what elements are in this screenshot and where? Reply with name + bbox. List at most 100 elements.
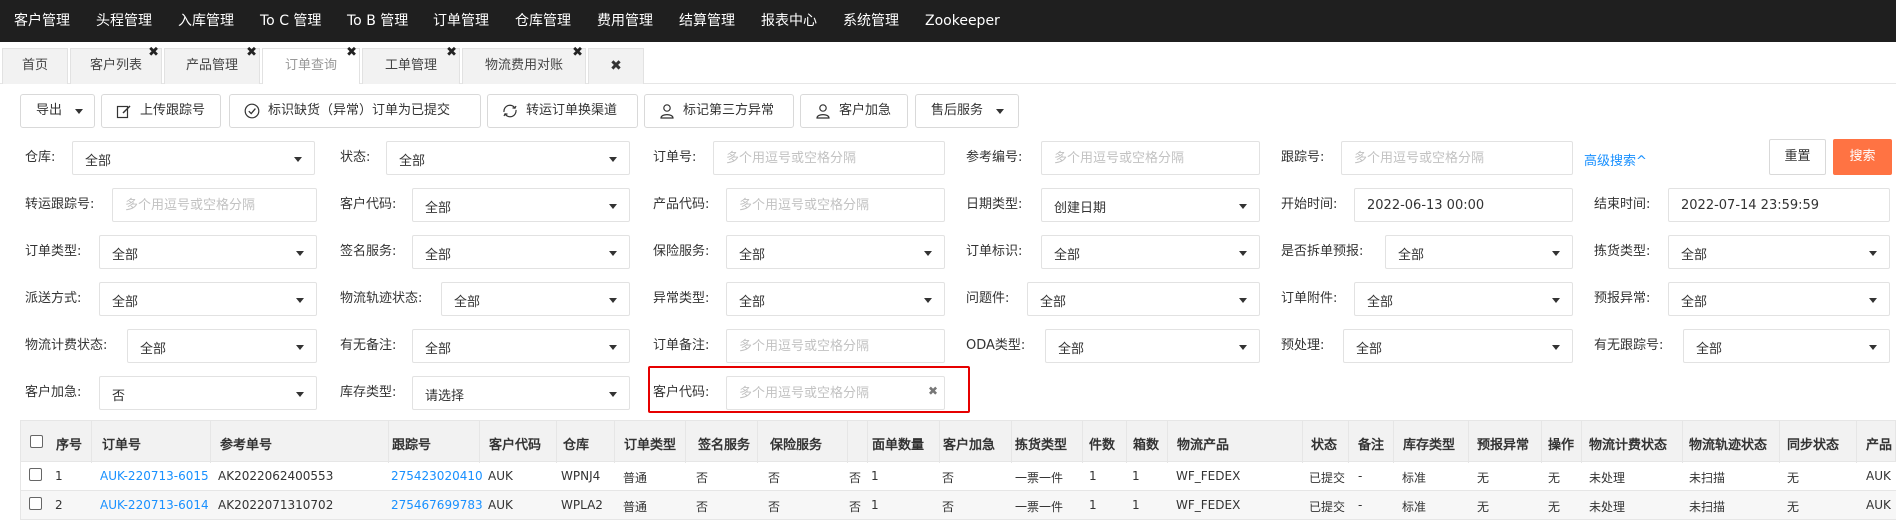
nav-zookeeper[interactable]: Zookeeper xyxy=(925,0,1000,42)
tab-order-query[interactable]: 订单查询 ✖ xyxy=(262,45,360,84)
header-cell: 签名服务 xyxy=(698,438,751,453)
nav-warehouse[interactable]: 仓库管理 xyxy=(515,0,571,42)
select-value: 全部 xyxy=(425,342,452,357)
order-mark-select[interactable]: 全部 xyxy=(1041,235,1260,269)
advanced-search-link[interactable]: 高级搜索^ xyxy=(1584,150,1647,169)
problem-item-select[interactable]: 全部 xyxy=(1027,282,1260,316)
switch-channel-button[interactable]: 转运订单换渠道 xyxy=(487,94,638,128)
after-sales-button[interactable]: 售后服务 xyxy=(915,94,1019,128)
clear-icon[interactable]: ✖ xyxy=(928,384,938,398)
has-remark-select[interactable]: 全部 xyxy=(412,329,630,363)
has-tracking-select[interactable]: 全部 xyxy=(1683,329,1890,363)
nav-system[interactable]: 系统管理 xyxy=(843,0,899,42)
order-no-link[interactable]: AUK-220713-6014 xyxy=(100,498,209,512)
start-time-input[interactable] xyxy=(1354,188,1573,222)
mark-third-party-label: 标记第三方异常 xyxy=(683,103,775,118)
tab-customer-list[interactable]: 客户列表 ✖ xyxy=(70,45,162,84)
mark-third-party-button[interactable]: 标记第三方异常 xyxy=(644,94,794,128)
user-icon xyxy=(816,104,830,119)
select-value: 全部 xyxy=(1054,248,1081,263)
column-divider xyxy=(91,421,92,463)
table-row[interactable]: 2 AUK-220713-6014 AK2022071310702 275467… xyxy=(20,491,1896,520)
split-forecast-select[interactable]: 全部 xyxy=(1385,235,1573,269)
status-select[interactable]: 全部 xyxy=(386,141,630,175)
close-icon[interactable]: ✖ xyxy=(148,45,159,61)
tab-product-mgmt[interactable]: 产品管理 ✖ xyxy=(164,45,260,84)
oda-type-select[interactable]: 全部 xyxy=(1045,329,1260,363)
product-code-input[interactable] xyxy=(726,188,945,222)
nav-order[interactable]: 订单管理 xyxy=(433,0,489,42)
nav-customer[interactable]: 客户管理 xyxy=(14,0,70,42)
insurance-select[interactable]: 全部 xyxy=(726,235,945,269)
customer-urgent-button[interactable]: 客户加急 xyxy=(800,94,908,128)
picking-type-select[interactable]: 全部 xyxy=(1668,235,1890,269)
order-no-input[interactable] xyxy=(713,141,945,175)
logistics-track-select[interactable]: 全部 xyxy=(441,282,630,316)
order-attachment-select[interactable]: 全部 xyxy=(1354,282,1573,316)
exception-type-select[interactable]: 全部 xyxy=(726,282,945,316)
has-remark-label: 有无备注: xyxy=(340,338,397,353)
stock-type-select[interactable]: 请选择 xyxy=(412,376,630,410)
nav-toc[interactable]: To C 管理 xyxy=(260,0,321,42)
customer-code-2-input[interactable] xyxy=(726,376,945,410)
reset-button[interactable]: 重置 xyxy=(1769,139,1826,175)
export-button[interactable]: 导出 xyxy=(20,94,95,128)
row-checkbox[interactable] xyxy=(29,468,42,481)
nav-first-leg[interactable]: 头程管理 xyxy=(96,0,152,42)
table-row[interactable]: 1 AUK-220713-6015 AK2022062400553 275423… xyxy=(20,462,1896,491)
tab-logistics-reconcile[interactable]: 物流费用对账 ✖ xyxy=(462,45,586,84)
select-value: 全部 xyxy=(1367,295,1394,310)
mark-submitted-button[interactable]: 标识缺货（异常）订单为已提交 xyxy=(229,94,481,128)
search-button[interactable]: 搜索 xyxy=(1833,139,1892,175)
select-all-checkbox[interactable] xyxy=(30,435,43,448)
close-icon[interactable]: ✖ xyxy=(246,45,257,61)
column-divider xyxy=(1393,421,1394,463)
order-no-link[interactable]: AUK-220713-6015 xyxy=(100,469,209,483)
upload-tracking-button[interactable]: 上传跟踪号 xyxy=(101,94,221,128)
select-value: 全部 xyxy=(85,154,112,169)
close-icon[interactable]: ✖ xyxy=(446,45,457,61)
select-value: 请选择 xyxy=(425,389,465,404)
cell-track-status: 未扫描 xyxy=(1689,500,1726,514)
nav-report[interactable]: 报表中心 xyxy=(761,0,817,42)
ref-no-input[interactable] xyxy=(1041,141,1260,175)
cell-picking-type: 一票一件 xyxy=(1015,500,1064,514)
order-remark-input[interactable] xyxy=(726,329,945,363)
header-cell: 跟踪号 xyxy=(392,438,432,453)
customer-code-label: 客户代码: xyxy=(340,197,397,212)
tab-home[interactable]: 首页 xyxy=(2,48,68,84)
tab-ticket-mgmt[interactable]: 工单管理 ✖ xyxy=(362,45,460,84)
chevron-down-icon xyxy=(996,109,1004,114)
preprocess-select[interactable]: 全部 xyxy=(1343,329,1573,363)
nav-settlement[interactable]: 结算管理 xyxy=(679,0,735,42)
sign-service-select[interactable]: 全部 xyxy=(412,235,630,269)
close-icon[interactable]: ✖ xyxy=(572,45,583,61)
forecast-exception-select[interactable]: 全部 xyxy=(1668,282,1890,316)
select-value: 全部 xyxy=(454,295,481,310)
select-value: 全部 xyxy=(1681,248,1708,263)
close-icon[interactable]: ✖ xyxy=(346,45,357,61)
tracking-no-link[interactable]: 275467699783 xyxy=(391,498,483,512)
logistics-fee-status-select[interactable]: 全部 xyxy=(127,329,317,363)
customer-code-select[interactable]: 全部 xyxy=(412,188,630,222)
row-checkbox[interactable] xyxy=(29,497,42,510)
transfer-tracking-input[interactable] xyxy=(112,188,317,222)
close-all-tabs-button[interactable]: ✖ xyxy=(588,48,644,84)
cell-status: 已提交 xyxy=(1309,500,1346,514)
edit-icon xyxy=(116,105,131,119)
chevron-down-icon xyxy=(609,204,617,209)
end-time-input[interactable] xyxy=(1668,188,1890,222)
nav-inbound[interactable]: 入库管理 xyxy=(178,0,234,42)
customer-urgent-select[interactable]: 否 xyxy=(99,376,317,410)
warehouse-label: 仓库: xyxy=(25,150,56,165)
warehouse-select[interactable]: 全部 xyxy=(72,141,315,175)
date-type-select[interactable]: 创建日期 xyxy=(1041,188,1260,222)
tracking-no-input[interactable] xyxy=(1341,141,1573,175)
order-type-select[interactable]: 全部 xyxy=(99,235,317,269)
delivery-method-select[interactable]: 全部 xyxy=(99,282,317,316)
header-cell: 保险服务 xyxy=(770,438,823,453)
header-cell: 同步状态 xyxy=(1787,438,1840,453)
nav-fee[interactable]: 费用管理 xyxy=(597,0,653,42)
nav-tob[interactable]: To B 管理 xyxy=(347,0,408,42)
tracking-no-link[interactable]: 275423020410 xyxy=(391,469,483,483)
